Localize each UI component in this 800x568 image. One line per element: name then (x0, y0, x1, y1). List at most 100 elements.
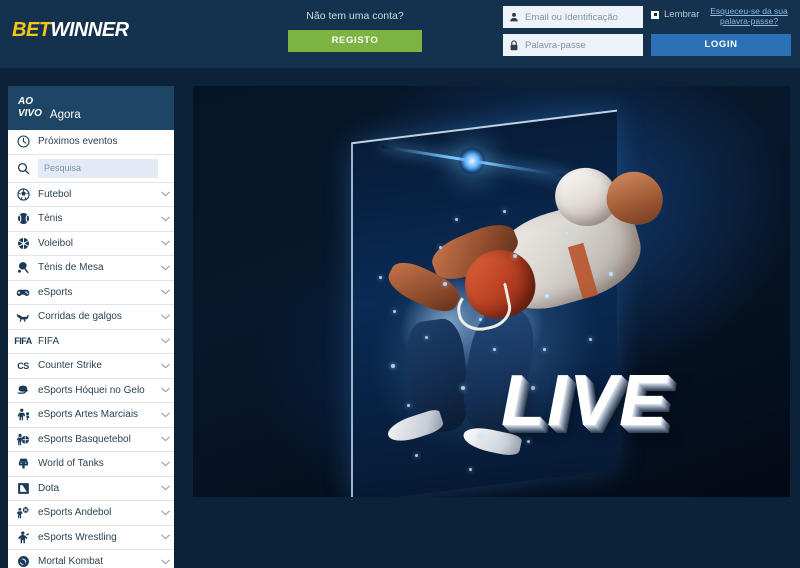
sparkle-dot (379, 276, 382, 279)
tank-icon (8, 457, 38, 470)
sparkle-dot (393, 310, 396, 313)
sidebar-item-label: World of Tanks (38, 458, 104, 470)
sidebar-item-counter-strike[interactable]: CS Counter Strike (8, 354, 174, 379)
sidebar-item-esports-basquetebol[interactable]: eSports Basquetebol (8, 427, 174, 452)
sidebar-search-row (8, 154, 174, 183)
basketball-icon (8, 433, 38, 446)
sidebar-item-mortal-kombat[interactable]: Mortal Kombat (8, 550, 174, 568)
sparkle-dot (443, 282, 447, 286)
sparkle-dot (455, 218, 458, 221)
sidebar-item-label: Voleibol (38, 237, 74, 249)
sidebar-item-esports-wrestling[interactable]: eSports Wrestling (8, 525, 174, 550)
register-block: Não tem uma conta? REGISTO (288, 10, 422, 52)
chevron-down-icon[interactable] (156, 363, 174, 369)
sidebar-item-futebol[interactable]: Futebol (8, 182, 174, 207)
site-logo[interactable]: BETWINNER (12, 18, 129, 42)
sidebar-item-esports-h-quei-no-gelo[interactable]: eSports Hóquei no Gelo (8, 378, 174, 403)
sidebar-item-fifa[interactable]: FIFA FIFA (8, 329, 174, 354)
register-button[interactable]: REGISTO (288, 30, 422, 52)
sparkle-dot (609, 272, 613, 276)
sidebar-item-label: Dota (38, 482, 60, 494)
chevron-down-icon[interactable] (156, 191, 174, 197)
counter-strike-icon: CS (17, 360, 29, 371)
sparkle-dot (493, 348, 496, 351)
sparkle-dot (543, 348, 546, 351)
sidebar-item-label: eSports Wrestling (38, 531, 117, 543)
sparkle-dot (503, 210, 506, 213)
sidebar-item-label: eSports Andebol (38, 507, 112, 519)
sidebar-item-esports-artes-marciais[interactable]: eSports Artes Marciais (8, 403, 174, 428)
handball-icon (8, 506, 38, 519)
email-input[interactable] (525, 11, 637, 23)
ice-hockey-icon (8, 384, 38, 396)
sidebar-item-voleibol[interactable]: Voleibol (8, 231, 174, 256)
remember-checkbox[interactable] (651, 10, 659, 19)
martial-arts-icon (8, 408, 38, 421)
table-tennis-icon (8, 261, 38, 274)
player-shoe-left (384, 407, 446, 447)
sidebar-item-label: Mortal Kombat (38, 556, 104, 568)
ao-vivo-badge: AO VIVO (18, 96, 42, 119)
wrestling-icon (8, 531, 38, 544)
chevron-down-icon[interactable] (156, 534, 174, 540)
mortal-kombat-icon (8, 555, 38, 568)
no-account-text: Não tem uma conta? (306, 10, 404, 22)
search-input[interactable] (38, 158, 158, 178)
sidebar-item-t-nis[interactable]: Ténis (8, 207, 174, 232)
sidebar-item-label: FIFA (38, 335, 60, 347)
sidebar-item-esports-andebol[interactable]: eSports Andebol (8, 501, 174, 526)
chevron-down-icon[interactable] (156, 240, 174, 246)
forgot-password-link[interactable]: Esqueceu-se da sua palavra-passe? (707, 6, 791, 26)
password-field-wrapper[interactable] (503, 34, 643, 56)
sidebar-header: AO VIVO Agora (8, 86, 174, 130)
chevron-down-icon[interactable] (156, 436, 174, 442)
upcoming-events-label: Próximos eventos (38, 136, 118, 148)
sparkle-dot (589, 338, 592, 341)
email-field-wrapper[interactable] (503, 6, 643, 28)
sidebar-item-label: Ténis de Mesa (38, 262, 104, 274)
clock-icon (8, 135, 38, 148)
lock-icon (503, 39, 525, 51)
chevron-down-icon[interactable] (156, 265, 174, 271)
sidebar-item-label: eSports Basquetebol (38, 433, 131, 445)
sidebar-item-label: Corridas de galgos (38, 311, 122, 323)
chevron-down-icon[interactable] (156, 289, 174, 295)
chevron-down-icon[interactable] (156, 510, 174, 516)
dota-icon (8, 482, 38, 495)
sidebar-item-label: Ténis (38, 213, 63, 225)
sidebar-item-esports[interactable]: eSports (8, 280, 174, 305)
chevron-down-icon[interactable] (156, 216, 174, 222)
sidebar-item-label: eSports (38, 286, 73, 298)
hero-headline: LIVE (501, 361, 670, 441)
sidebar-menu-list: Futebol Ténis Voleibol Ténis de Mesa eSports… (8, 182, 174, 568)
sidebar-item-dota[interactable]: Dota (8, 476, 174, 501)
fifa-icon: FIFA (14, 336, 32, 347)
chevron-down-icon[interactable] (156, 387, 174, 393)
chevron-down-icon[interactable] (156, 461, 174, 467)
sidebar-item-corridas-de-galgos[interactable]: Corridas de galgos (8, 305, 174, 330)
login-form: Lembrar Esqueceu-se da sua palavra-passe… (503, 6, 791, 62)
password-input[interactable] (525, 39, 637, 51)
search-icon[interactable] (8, 162, 38, 175)
sidebar-item-label: Counter Strike (38, 360, 102, 372)
sidebar-item-world-of-tanks[interactable]: World of Tanks (8, 452, 174, 477)
chevron-down-icon[interactable] (156, 314, 174, 320)
chevron-down-icon[interactable] (156, 559, 174, 565)
sidebar-item-t-nis-de-mesa[interactable]: Ténis de Mesa (8, 256, 174, 281)
user-icon (503, 12, 525, 22)
sidebar-item-label: eSports Hóquei no Gelo (38, 384, 145, 396)
chevron-down-icon[interactable] (156, 412, 174, 418)
sparkle-dot (469, 468, 472, 471)
sidebar-item-upcoming-events[interactable]: Próximos eventos (8, 130, 174, 155)
chevron-down-icon[interactable] (156, 485, 174, 491)
hero-banner[interactable]: LIVE (193, 86, 790, 497)
remember-me-row[interactable]: Lembrar (651, 9, 699, 20)
sparkle-dot (391, 364, 395, 368)
chevron-down-icon[interactable] (156, 338, 174, 344)
sidebar-item-label: Futebol (38, 188, 72, 200)
login-button[interactable]: LOGIN (651, 34, 791, 56)
live-sidebar: AO VIVO Agora Próximos eventos Futebol Té… (8, 86, 174, 568)
logo-winner-text: WINNER (50, 19, 130, 41)
site-header: BETWINNER Não tem uma conta? REGISTO Ema… (0, 0, 800, 68)
greyhound-icon (8, 311, 38, 323)
